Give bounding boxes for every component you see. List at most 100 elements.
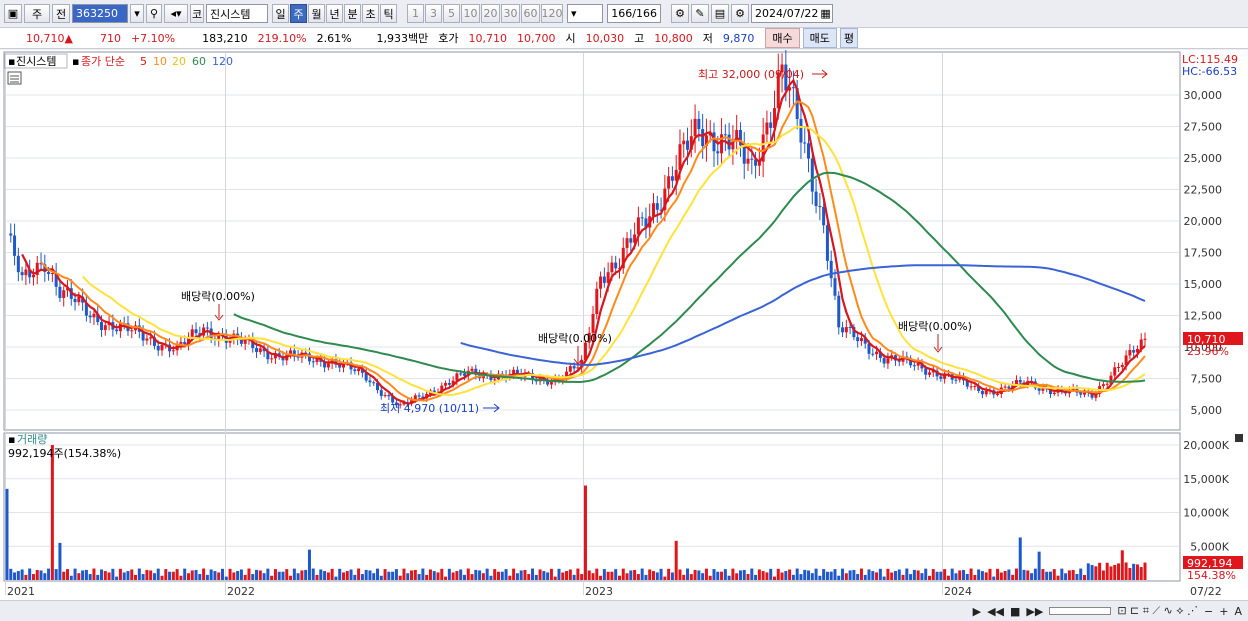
calendar-icon[interactable]: ▦: [820, 7, 830, 20]
volume-bar: [372, 573, 376, 580]
volume-bar: [190, 570, 194, 580]
volume-bar: [1079, 568, 1083, 580]
volume-bar: [455, 571, 459, 580]
volume-bar: [969, 568, 973, 580]
volume-bar: [943, 569, 947, 580]
volume-close-icon[interactable]: [1235, 434, 1243, 442]
buy-button[interactable]: 매수: [765, 28, 800, 48]
candle-body: [599, 276, 603, 289]
eval-button[interactable]: 평: [839, 28, 859, 48]
stop-icon[interactable]: ■: [1010, 605, 1020, 618]
sound-icon[interactable]: ◂▾: [164, 4, 188, 23]
volume-bar: [663, 576, 667, 580]
volume-info: 992,194주(154.38%): [8, 447, 121, 460]
tools-icon[interactable]: ⊡ ⊏ ⌗ ⟋ ∿ ⟡ ⋰: [1117, 604, 1198, 618]
volume-bar: [659, 568, 663, 580]
date-field[interactable]: 2024/07/22 ▦: [751, 4, 833, 23]
volume-bar: [202, 568, 206, 580]
volume-bar: [1052, 569, 1056, 580]
candle-body: [1101, 384, 1105, 387]
time-tick-label: 2022: [227, 585, 255, 598]
candle-body: [190, 329, 194, 337]
link-icon[interactable]: ⚙: [671, 4, 689, 23]
interval-button[interactable]: 60: [521, 4, 540, 23]
candle-body: [742, 145, 746, 164]
volume-bar: [878, 568, 882, 580]
volume-bar: [1045, 571, 1049, 580]
interval-button[interactable]: 3: [425, 4, 442, 23]
volume-bar: [266, 568, 270, 580]
volume-bar: [285, 569, 289, 580]
interval-button[interactable]: 5: [443, 4, 460, 23]
price-tick-label: 30,000: [1184, 89, 1223, 102]
layout-icon[interactable]: ▣: [4, 4, 22, 23]
period-button[interactable]: 월: [308, 4, 325, 23]
save-icon[interactable]: ▤: [711, 4, 729, 23]
period-button[interactable]: 틱: [380, 4, 397, 23]
candle-body: [387, 395, 391, 397]
volume-bar: [625, 573, 629, 580]
code-prefix-button[interactable]: 코: [190, 4, 204, 23]
settings-gear-icon[interactable]: ⚙: [731, 4, 749, 23]
stock-code-input[interactable]: 363250: [72, 4, 128, 23]
interval-button[interactable]: 30: [501, 4, 520, 23]
period-button[interactable]: 초: [362, 4, 379, 23]
volume-bar: [1075, 573, 1079, 580]
zoom-in-icon[interactable]: +: [1219, 605, 1228, 618]
volume-bar: [1139, 567, 1143, 580]
high-annotation: 최고 32,000 (09/04): [698, 68, 804, 81]
status-bar: ▶ ◀◀ ■ ▶▶ ⊡ ⊏ ⌗ ⟋ ∿ ⟡ ⋰ − + A: [0, 600, 1248, 621]
volume-bar: [644, 574, 648, 580]
interval-button[interactable]: 120: [541, 4, 563, 23]
candle-body: [459, 373, 463, 375]
code-dropdown-icon[interactable]: ▾: [130, 4, 144, 23]
fast-forward-icon[interactable]: ▶▶: [1026, 605, 1043, 618]
period-button[interactable]: 일: [272, 4, 289, 23]
volume-bar: [723, 569, 727, 580]
volume-bar: [1018, 537, 1022, 580]
volume-bar: [115, 576, 119, 580]
draw-icon[interactable]: ✎: [691, 4, 709, 23]
candle-body: [765, 122, 769, 135]
volume-bar: [791, 574, 795, 580]
volume-bar: [610, 571, 614, 580]
search-icon[interactable]: ⚲: [146, 4, 162, 23]
interval-button[interactable]: 1: [407, 4, 424, 23]
stock-name-field[interactable]: 진시스템: [206, 4, 268, 23]
interval-button[interactable]: 10: [461, 4, 480, 23]
count-field[interactable]: 166/166: [607, 4, 661, 23]
zoom-out-icon[interactable]: −: [1204, 605, 1213, 618]
period-button[interactable]: 주: [290, 4, 307, 23]
volume-bar: [958, 570, 962, 580]
period-button[interactable]: 분: [344, 4, 361, 23]
scroll-right-icon[interactable]: ▶: [973, 605, 981, 618]
candle-body: [462, 373, 466, 376]
volume-bar: [217, 572, 221, 580]
volume-bar: [886, 568, 890, 580]
period-button[interactable]: 년: [326, 4, 343, 23]
interval-custom-input[interactable]: ▾: [567, 4, 603, 23]
volume-bar: [92, 568, 96, 580]
volume-bar: [939, 571, 943, 580]
candle-body: [859, 338, 863, 342]
auto-scale-icon[interactable]: A: [1234, 605, 1242, 618]
volume-bar: [988, 568, 992, 580]
scroll-track[interactable]: [1049, 607, 1112, 615]
candle-body: [871, 353, 875, 355]
rewind-icon[interactable]: ◀◀: [987, 605, 1004, 618]
price-chart[interactable]: 30,000 27,500 25,000 22,500 20,000 17,500 15,0…: [0, 50, 1248, 600]
sell-button[interactable]: 매도: [802, 28, 837, 48]
quote-bar: 10,710▲ 710 +7.10% 183,210 219.10% 2.61%…: [0, 28, 1248, 49]
volume-bar: [1071, 569, 1075, 580]
volume-bar: [243, 574, 247, 580]
high-price: 10,800: [654, 31, 693, 45]
market-prefix-button[interactable]: 전: [52, 4, 70, 23]
time-tick-label: 2024: [944, 585, 972, 598]
volume-bar: [697, 570, 701, 580]
volume-bar: [54, 569, 58, 580]
volume-bar: [999, 572, 1003, 580]
volume-bar: [1060, 568, 1064, 580]
interval-button[interactable]: 20: [481, 4, 500, 23]
market-type-select[interactable]: 주: [24, 4, 50, 23]
volume-bar: [262, 573, 266, 580]
